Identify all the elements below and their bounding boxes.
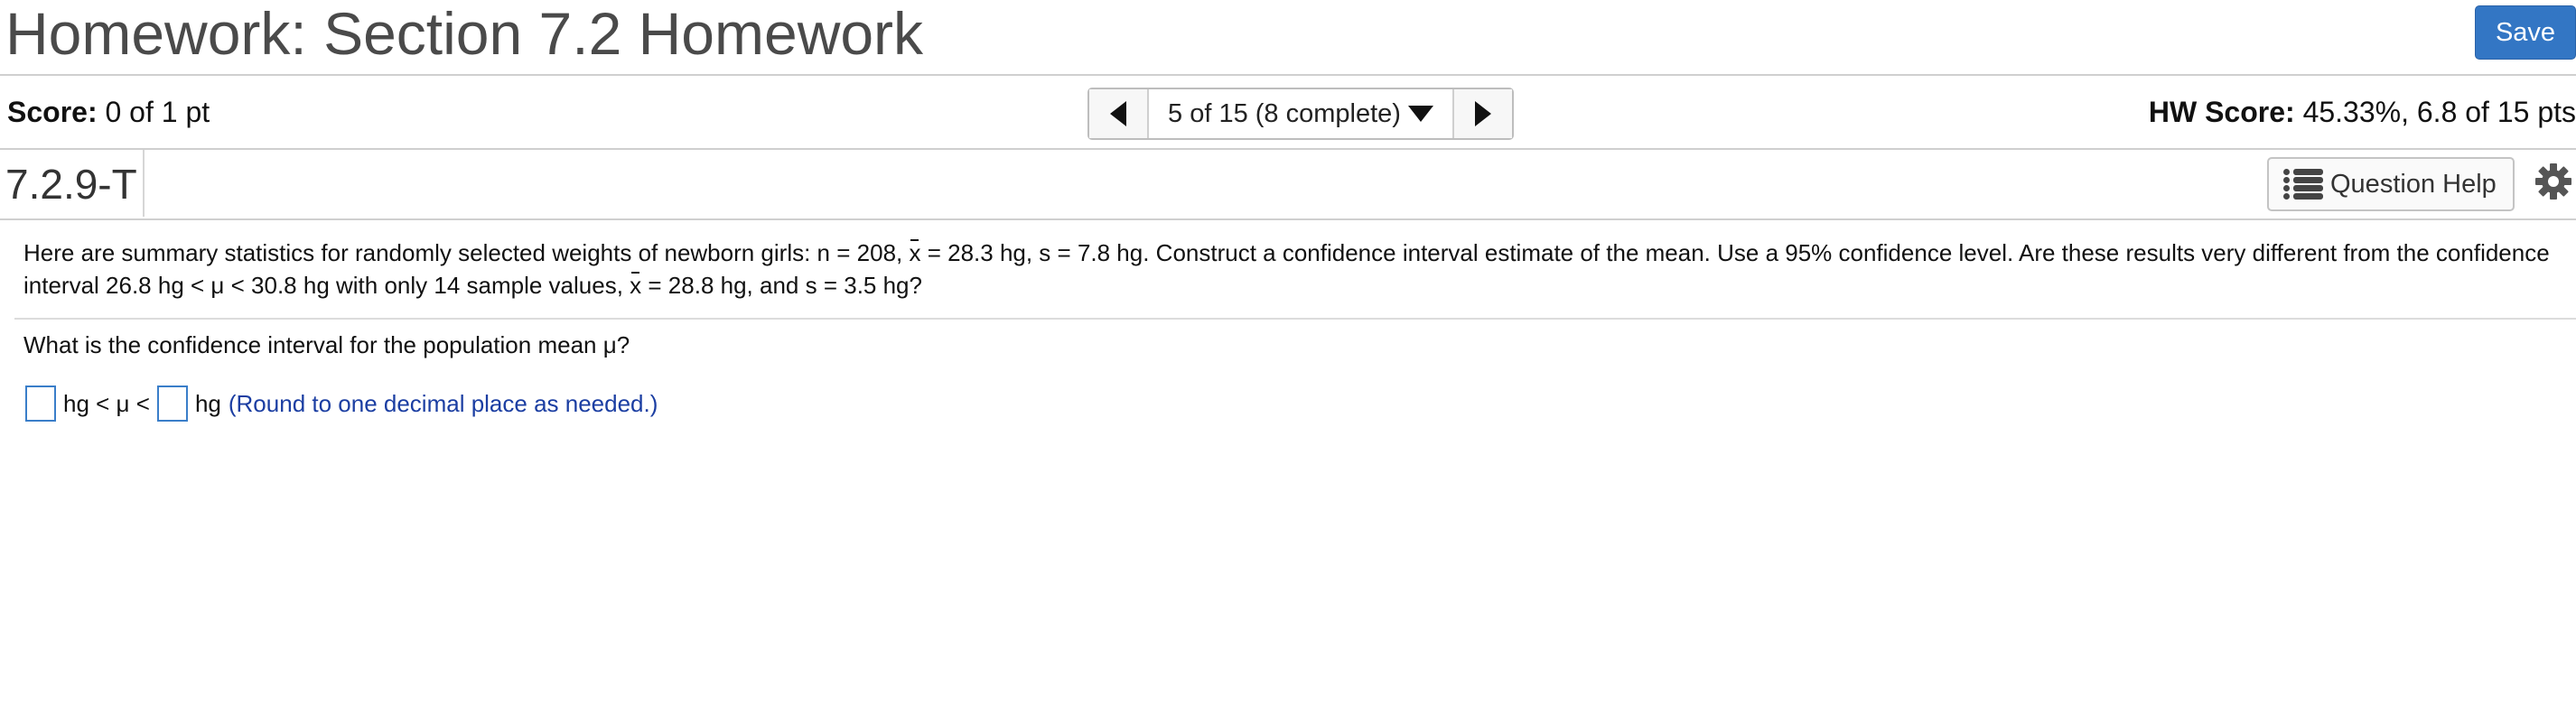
next-question-button[interactable] <box>1452 89 1512 138</box>
answer-unit-label: hg <box>194 389 221 417</box>
hw-score-display: HW Score: 45.33%, 6.8 of 15 pts <box>2149 94 2576 130</box>
save-button[interactable]: Save <box>2475 5 2576 60</box>
upper-bound-input[interactable] <box>156 386 188 422</box>
triangle-right-icon <box>1475 101 1491 126</box>
page-title: Homework: Section 7.2 Homework <box>5 0 924 67</box>
divider <box>143 150 145 217</box>
question-help-label: Question Help <box>2330 169 2497 199</box>
question-position: 5 of 15 (8 complete) <box>1168 98 1401 128</box>
triangle-left-icon <box>1110 101 1126 126</box>
divider <box>14 318 2576 320</box>
hw-score-value: 45.33%, 6.8 of 15 pts <box>2302 96 2576 128</box>
list-icon <box>2283 169 2323 200</box>
score-label: Score: <box>7 96 98 128</box>
answer-unit-label: hg < μ < <box>63 389 150 417</box>
question-text-part1: Here are summary statistics for randomly… <box>23 239 910 266</box>
hw-score-label: HW Score: <box>2148 96 2295 128</box>
x-bar-symbol: x <box>630 269 641 302</box>
question-prompt: What is the confidence interval for the … <box>23 331 630 358</box>
score-value: 0 of 1 pt <box>105 96 210 128</box>
previous-question-button[interactable] <box>1089 89 1149 138</box>
question-id: 7.2.9-T <box>5 161 137 208</box>
lower-bound-input[interactable] <box>25 386 56 422</box>
x-bar-symbol: x <box>909 237 920 269</box>
divider <box>0 74 2576 76</box>
score-display: Score: 0 of 1 pt <box>7 94 210 130</box>
question-statement: Here are summary statistics for randomly… <box>23 237 2553 302</box>
question-text-part3: = 28.8 hg, and s = 3.5 hg? <box>641 272 922 299</box>
question-navigator: 5 of 15 (8 complete) <box>1087 88 1514 140</box>
rounding-hint: (Round to one decimal place as needed.) <box>228 389 658 417</box>
divider <box>0 218 2576 220</box>
question-help-button[interactable]: Question Help <box>2267 157 2515 211</box>
divider <box>0 148 2576 150</box>
answer-row: hg < μ < hg (Round to one decimal place … <box>25 385 658 423</box>
question-list-dropdown[interactable]: 5 of 15 (8 complete) <box>1149 89 1452 138</box>
triangle-down-icon <box>1407 106 1433 122</box>
gear-icon[interactable] <box>2534 163 2572 200</box>
